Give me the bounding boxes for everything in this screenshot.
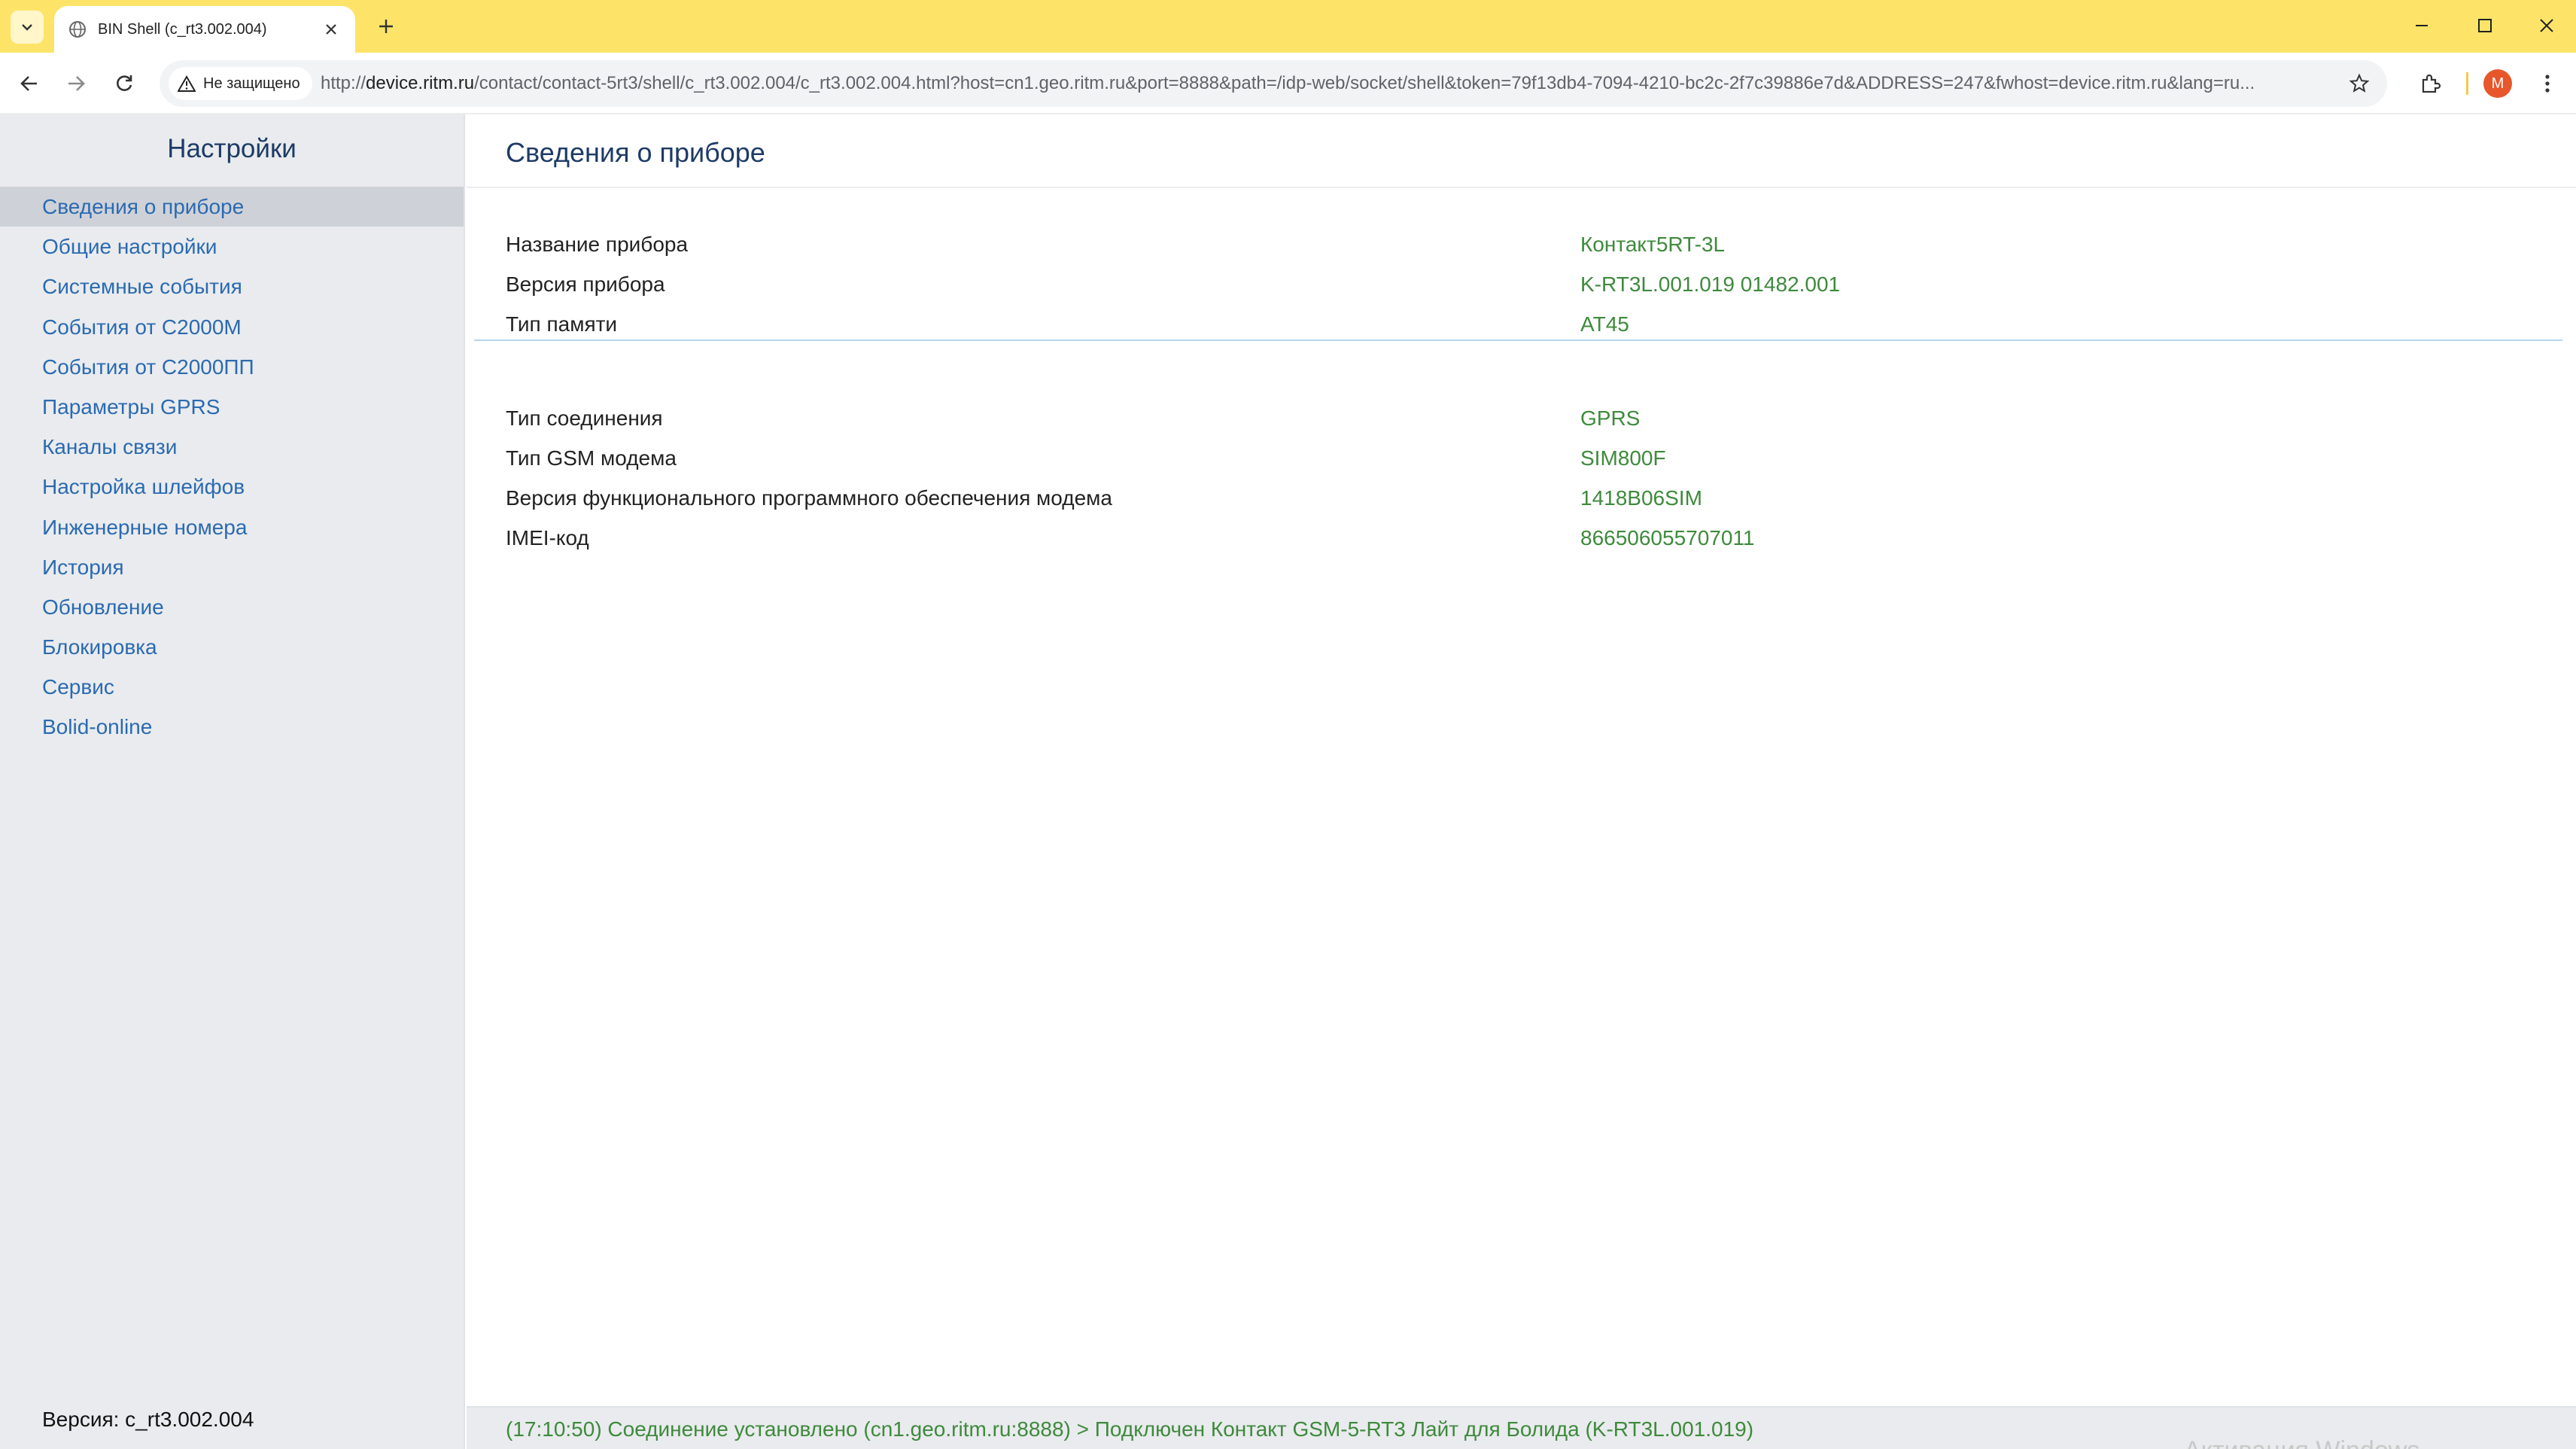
info-value: Контакт5RT-3L	[1580, 233, 1726, 256]
info-row-connection-type: Тип соединения GPRS	[506, 398, 2538, 438]
plus-icon	[379, 20, 393, 33]
version-label: Версия: c_rt3.002.004	[42, 1408, 254, 1431]
header-divider	[467, 187, 2576, 188]
info-row-gsm-modem: Тип GSM модема SIM800F	[506, 438, 2538, 478]
bookmark-button[interactable]	[2345, 69, 2374, 98]
sidebar-item-engineer-numbers[interactable]: Инженерные номера	[0, 507, 464, 547]
sidebar-item-update[interactable]: Обновление	[0, 587, 464, 627]
kebab-menu-icon	[2545, 75, 2550, 93]
url-text[interactable]: http://device.ritm.ru/contact/contact-5r…	[321, 60, 2307, 107]
warning-icon	[178, 75, 196, 92]
sidebar-item-events-c2000m[interactable]: События от С2000М	[0, 307, 464, 347]
info-value: 866506055707011	[1580, 526, 1755, 549]
globe-icon	[69, 21, 86, 38]
star-icon	[2349, 73, 2370, 93]
sidebar-item-history[interactable]: История	[0, 547, 464, 587]
info-key: Версия прибора	[506, 272, 665, 296]
sidebar-item-loops[interactable]: Настройка шлейфов	[0, 467, 464, 507]
extensions-icon	[2422, 74, 2441, 93]
info-row-imei: IMEI-код 866506055707011	[506, 518, 2538, 558]
sidebar-title: Настройки	[167, 134, 297, 163]
new-tab-button[interactable]	[373, 14, 399, 39]
extensions-button[interactable]	[2413, 66, 2447, 101]
window-close-button[interactable]	[2532, 11, 2562, 41]
address-bar[interactable]: Не защищено http://device.ritm.ru/contac…	[160, 60, 2387, 107]
sidebar-item-service[interactable]: Сервис	[0, 667, 464, 707]
info-key: Тип соединения	[506, 406, 663, 430]
sidebar-item-bolid-online[interactable]: Bolid-online	[0, 707, 464, 747]
back-arrow-icon	[20, 76, 37, 91]
info-key: Тип памяти	[506, 312, 618, 336]
sidebar-item-events-c2000pp[interactable]: События от С2000ПП	[0, 347, 464, 387]
forward-button[interactable]	[59, 66, 93, 101]
browser-toolbar: Не защищено http://device.ritm.ru/contac…	[0, 53, 2576, 114]
settings-sidebar: Настройки Сведения о приборе Общие настр…	[0, 114, 465, 1449]
reload-button[interactable]	[107, 66, 141, 101]
back-button[interactable]	[12, 66, 47, 101]
reload-icon	[117, 75, 132, 91]
tab-close-button[interactable]	[321, 19, 342, 40]
page-title: Сведения о приборе	[506, 137, 765, 168]
info-key: IMEI-код	[506, 526, 589, 549]
sidebar-nav: Сведения о приборе Общие настройки Систе…	[0, 187, 464, 747]
sidebar-item-lock[interactable]: Блокировка	[0, 627, 464, 667]
profile-avatar[interactable]: M	[2483, 69, 2512, 98]
chevron-down-icon	[22, 24, 32, 31]
url-path: /contact/contact-5rt3/shell/c_rt3.002.00…	[474, 73, 2255, 93]
browser-menu-button[interactable]	[2530, 66, 2565, 101]
sidebar-item-system-events[interactable]: Системные события	[0, 266, 464, 306]
info-key: Тип GSM модема	[506, 446, 677, 470]
security-label: Не защищено	[203, 75, 300, 92]
sidebar-item-gprs-params[interactable]: Параметры GPRS	[0, 387, 464, 427]
maximize-button[interactable]	[2470, 11, 2500, 41]
main-content: Сведения о приборе Название прибора Конт…	[467, 114, 2576, 1406]
info-value: SIM800F	[1580, 446, 1666, 470]
close-icon	[326, 24, 336, 35]
info-value: GPRS	[1580, 406, 1641, 430]
window-close-icon	[2540, 19, 2553, 32]
info-key: Название прибора	[506, 233, 689, 256]
toolbar-separator	[2466, 72, 2468, 95]
info-row-device-name: Название прибора Контакт5RT-3L	[506, 224, 2538, 264]
info-row-device-version: Версия прибора K-RT3L.001.019 01482.001	[506, 264, 2538, 304]
url-scheme: http://	[321, 73, 366, 93]
info-key: Версия функционального программного обес…	[506, 486, 1112, 510]
info-value: 1418B06SIM	[1580, 486, 1702, 510]
browser-tab-strip: BIN Shell (c_rt3.002.004)	[0, 0, 2576, 53]
sidebar-item-channels[interactable]: Каналы связи	[0, 427, 464, 467]
tab-title: BIN Shell (c_rt3.002.004)	[98, 20, 267, 38]
url-host: device.ritm.ru	[366, 73, 475, 93]
info-value: K-RT3L.001.019 01482.001	[1580, 272, 1841, 296]
forward-arrow-icon	[68, 76, 85, 91]
tab-search-button[interactable]	[11, 11, 44, 44]
windows-activation-watermark: Активация Windows	[2184, 1436, 2419, 1449]
maximize-icon	[2478, 19, 2492, 32]
sidebar-item-general-settings[interactable]: Общие настройки	[0, 227, 464, 266]
security-indicator[interactable]: Не защищено	[169, 67, 312, 100]
sidebar-item-device-info[interactable]: Сведения о приборе	[0, 187, 464, 227]
info-row-modem-firmware: Версия функционального программного обес…	[506, 478, 2538, 518]
minimize-button[interactable]	[2407, 11, 2437, 41]
section-divider	[474, 339, 2562, 341]
minimize-icon	[2416, 25, 2428, 26]
info-row-memory-type: Тип памяти AT45	[506, 304, 2538, 344]
connection-status: (17:10:50) Соединение установлено (cn1.g…	[506, 1417, 1754, 1441]
browser-tab[interactable]: BIN Shell (c_rt3.002.004)	[54, 6, 355, 53]
status-bar: (17:10:50) Соединение установлено (cn1.g…	[467, 1406, 2576, 1449]
info-value: AT45	[1580, 312, 1629, 336]
